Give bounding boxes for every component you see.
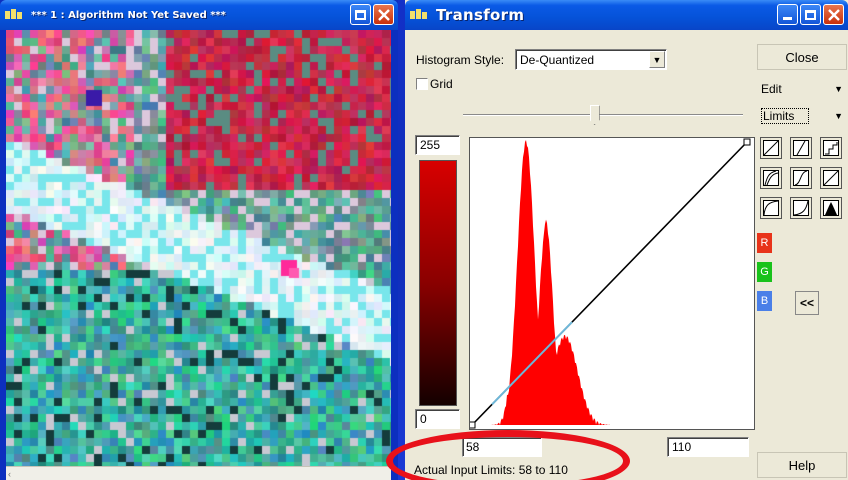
- image-window: *** 1 : Algorithm Not Yet Saved *** ‹: [0, 0, 398, 480]
- linear-clip-icon: [793, 140, 809, 156]
- line-start-handle[interactable]: [468, 421, 476, 429]
- image-window-title: *** 1 : Algorithm Not Yet Saved ***: [31, 9, 226, 21]
- histogram-area: [490, 140, 610, 425]
- scale-min-value: 0: [420, 412, 427, 426]
- histogram-panel[interactable]: [468, 137, 755, 430]
- edit-menu-label: Edit: [761, 82, 782, 96]
- maximize-button[interactable]: [350, 4, 371, 25]
- double-curve-tool[interactable]: [760, 167, 782, 189]
- slider-thumb[interactable]: [589, 105, 600, 125]
- s-curve-icon: [793, 170, 809, 186]
- slider-track: [463, 114, 743, 116]
- minimize-icon: [783, 17, 792, 20]
- image-window-titlebar[interactable]: *** 1 : Algorithm Not Yet Saved ***: [0, 0, 398, 30]
- histogram-chart[interactable]: [468, 138, 754, 429]
- channel-blue-button[interactable]: B: [757, 291, 772, 311]
- log-curve-tool[interactable]: [760, 197, 782, 219]
- maximize-icon: [355, 9, 366, 20]
- histogram-style-value: De-Quantized: [520, 52, 595, 67]
- scale-max-field[interactable]: 255: [415, 135, 460, 155]
- channel-blue-label: B: [760, 295, 769, 307]
- channel-red-label: R: [760, 237, 769, 249]
- collapse-button[interactable]: <<: [795, 291, 819, 315]
- close-icon: [377, 8, 390, 21]
- minimize-button[interactable]: [777, 4, 798, 25]
- grid-checkbox[interactable]: [416, 78, 428, 90]
- close-icon: [827, 8, 840, 21]
- close-window-button[interactable]: [823, 4, 844, 25]
- step-icon: [823, 140, 839, 156]
- equalize-icon: [823, 170, 839, 186]
- exp-curve-tool[interactable]: [790, 197, 812, 219]
- close-window-button[interactable]: [373, 4, 394, 25]
- linear-clip-tool[interactable]: [790, 137, 812, 159]
- satellite-image[interactable]: [6, 30, 391, 466]
- app-logo-icon: [410, 8, 432, 22]
- transform-window-titlebar[interactable]: Transform: [405, 0, 848, 30]
- line-end-handle[interactable]: [743, 138, 751, 146]
- histogram-style-label: Histogram Style:: [416, 53, 505, 67]
- maximize-icon: [805, 9, 816, 20]
- linear-diagonal-icon: [763, 140, 779, 156]
- s-curve-tool[interactable]: [790, 167, 812, 189]
- app-logo-icon: [5, 8, 27, 22]
- step-tool[interactable]: [820, 137, 842, 159]
- channel-green-label: G: [760, 266, 769, 278]
- linear-diagonal-tool[interactable]: [760, 137, 782, 159]
- edit-menu[interactable]: Edit ▼: [757, 78, 847, 100]
- chevron-down-icon: ▼: [834, 111, 843, 121]
- gamma-slider[interactable]: [463, 105, 743, 125]
- equalize-tool[interactable]: [820, 167, 842, 189]
- help-button[interactable]: Help: [757, 452, 847, 478]
- transform-window-title: Transform: [436, 6, 525, 24]
- image-horizontal-scrollbar[interactable]: ‹: [6, 466, 391, 480]
- transform-window: Transform Histogram Style: De-Quantized …: [405, 0, 848, 480]
- limits-menu[interactable]: Limits ▼: [757, 106, 847, 126]
- histogram-style-select[interactable]: De-Quantized ▼: [515, 49, 667, 70]
- channel-green-button[interactable]: G: [757, 262, 772, 282]
- gaussian-tool[interactable]: [820, 197, 842, 219]
- limits-menu-label: Limits: [761, 108, 810, 124]
- close-button[interactable]: Close: [757, 44, 847, 70]
- maximize-button[interactable]: [800, 4, 821, 25]
- scale-min-field[interactable]: 0: [415, 409, 460, 429]
- log-curve-icon: [763, 200, 779, 216]
- double-curve-icon: [763, 170, 779, 186]
- scale-max-value: 255: [420, 138, 441, 152]
- grid-label: Grid: [430, 77, 453, 91]
- input-limit-high-field[interactable]: 110: [667, 437, 749, 457]
- scroll-left-icon[interactable]: ‹: [8, 469, 20, 479]
- channel-red-button[interactable]: R: [757, 233, 772, 253]
- gaussian-icon: [823, 200, 839, 216]
- exp-curve-icon: [793, 200, 809, 216]
- color-ramp: [419, 160, 457, 406]
- input-limit-high-value: 110: [672, 440, 692, 454]
- chevron-down-icon: ▼: [834, 84, 843, 94]
- chevron-down-icon[interactable]: ▼: [649, 51, 665, 68]
